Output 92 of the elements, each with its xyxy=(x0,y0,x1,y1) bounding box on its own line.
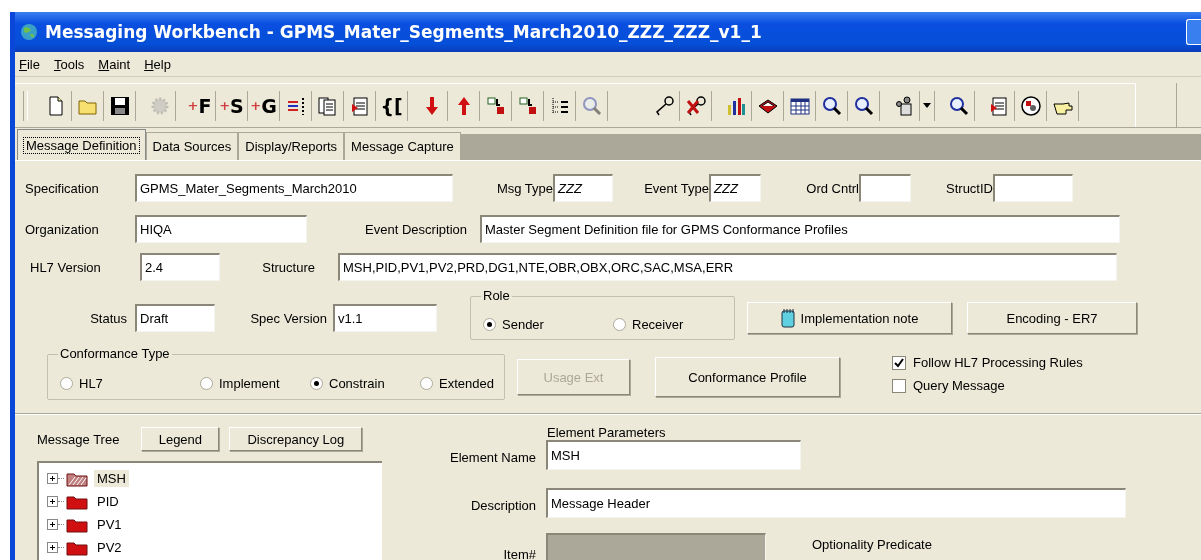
struct-id-field[interactable] xyxy=(993,174,1073,202)
tree-item[interactable]: PV1 xyxy=(94,516,125,533)
tab[interactable]: Data Sources xyxy=(145,132,239,160)
menu-item[interactable]: Maint xyxy=(98,56,131,72)
field-label: StructID xyxy=(945,180,993,196)
field-label: Event Type xyxy=(643,180,709,196)
organization-field[interactable]: HIQA xyxy=(135,215,307,243)
tab[interactable]: Display/Reports xyxy=(238,132,345,160)
circle-icon[interactable] xyxy=(1019,94,1042,117)
expand-toggle[interactable] xyxy=(47,542,58,553)
structure-field[interactable]: MSH,PID,PV1,PV2,PRD,DG1,NTE,OBR,OBX,ORC,SAC,MSA,ERR xyxy=(338,253,1117,281)
msg-type-field[interactable]: ZZZ xyxy=(553,174,613,202)
radio-label: Extended xyxy=(439,375,494,391)
add-group-button[interactable]: +G xyxy=(248,90,280,121)
radio-label: Implement xyxy=(219,375,280,391)
description-field[interactable]: Message Header xyxy=(546,488,1126,518)
magnifier-icon[interactable] xyxy=(580,94,603,117)
window-title: Messaging Workbench - GPMS_Mater_Segments_March2010_ZZZ_ZZZ_v1_1 xyxy=(45,22,762,42)
notepad-icon xyxy=(780,308,795,328)
brackets-button[interactable]: {[ xyxy=(376,90,408,121)
status-field[interactable]: Draft xyxy=(135,304,215,332)
expand-toggle[interactable] xyxy=(47,519,58,530)
tab[interactable]: Message Definition xyxy=(17,129,146,160)
dropdown-caret-icon[interactable] xyxy=(923,103,931,108)
discrepancy-log-button[interactable]: Discrepancy Log xyxy=(229,427,363,451)
expand-toggle[interactable] xyxy=(47,496,58,507)
field-label: Ord Cntrl xyxy=(805,180,859,196)
move-down-icon[interactable] xyxy=(484,94,507,117)
conformance-profile-button[interactable]: Conformance Profile xyxy=(655,357,840,397)
expand-toggle[interactable] xyxy=(47,473,58,484)
encoding-button[interactable]: Encoding - ER7 xyxy=(967,302,1137,334)
field-label: Structure xyxy=(261,259,315,275)
event-type-field[interactable]: ZZZ xyxy=(709,174,761,202)
checkbox[interactable] xyxy=(892,355,906,370)
field-label: Event Description xyxy=(364,221,467,237)
field-label: Specification xyxy=(25,180,100,196)
field-label: Organization xyxy=(25,221,100,237)
radio-button[interactable] xyxy=(200,376,213,390)
radio-button[interactable] xyxy=(613,317,626,331)
search-icon[interactable] xyxy=(947,94,970,117)
radio-label: HL7 xyxy=(79,375,103,391)
folder-icon xyxy=(66,493,88,510)
tree-item[interactable]: PID xyxy=(94,493,122,510)
menu-item[interactable]: File xyxy=(19,56,40,72)
field-label: Item# xyxy=(502,546,537,560)
event-description-field[interactable]: Master Segment Definition file for GPMS Conformance Profiles xyxy=(480,215,1120,243)
tree-item[interactable]: PV2 xyxy=(94,539,125,556)
radio-button[interactable] xyxy=(483,317,496,331)
radio-label: Sender xyxy=(502,316,544,332)
legend-button[interactable]: Legend xyxy=(141,427,220,451)
implementation-note-button[interactable]: Implementation note xyxy=(747,302,952,334)
section-title: Element Parameters xyxy=(547,425,667,440)
optionality-predicate-label: Optionality Predicate xyxy=(812,537,932,552)
add-field-button[interactable]: +F xyxy=(184,90,216,121)
element-name-field[interactable]: MSH xyxy=(546,440,801,470)
probe-delete-icon[interactable] xyxy=(684,94,707,117)
search-icon[interactable] xyxy=(852,94,875,117)
radio-label: Receiver xyxy=(632,316,684,332)
stack-icon[interactable] xyxy=(516,94,539,117)
group-title: Conformance Type xyxy=(58,346,172,361)
tree-item[interactable]: MSH xyxy=(94,470,129,487)
field-label: Spec Version xyxy=(249,310,327,326)
pages-icon[interactable] xyxy=(316,94,339,117)
hl7-version-field[interactable]: 2.4 xyxy=(140,253,220,281)
specification-field[interactable]: GPMS_Mater_Segments_March2010 xyxy=(135,174,453,202)
menu-item[interactable]: Help xyxy=(144,56,171,72)
field-label: Msg Type xyxy=(495,180,553,196)
message-tree-label: Message Tree xyxy=(37,431,120,447)
search-icon[interactable] xyxy=(820,94,843,117)
menu-item[interactable]: Tools xyxy=(53,56,85,72)
field-label: Description xyxy=(469,497,537,513)
folder-icon xyxy=(66,470,88,487)
field-label: HL7 Version xyxy=(29,259,102,275)
checkbox-label: Query Message xyxy=(913,378,1005,393)
radio-button[interactable] xyxy=(310,376,323,390)
folder-icon xyxy=(66,516,88,533)
add-segment-button[interactable]: +S xyxy=(216,90,248,121)
checkbox-label: Follow HL7 Processing Rules xyxy=(913,355,1083,370)
ord-cntrl-field[interactable] xyxy=(859,174,911,202)
group-title: Role xyxy=(481,288,512,303)
folder-icon xyxy=(66,539,88,556)
radio-button[interactable] xyxy=(420,376,433,390)
field-label: Element Name xyxy=(449,449,537,465)
spec-version-field[interactable]: v1.1 xyxy=(333,304,437,332)
field-label: Status xyxy=(89,310,127,326)
radio-button[interactable] xyxy=(60,376,73,390)
globe-icon xyxy=(19,22,39,42)
checkbox[interactable] xyxy=(892,378,906,393)
save-icon[interactable] xyxy=(108,94,131,117)
tab[interactable]: Message Capture xyxy=(344,132,461,160)
minimize-button[interactable] xyxy=(1186,19,1201,45)
radio-label: Constrain xyxy=(329,375,385,391)
